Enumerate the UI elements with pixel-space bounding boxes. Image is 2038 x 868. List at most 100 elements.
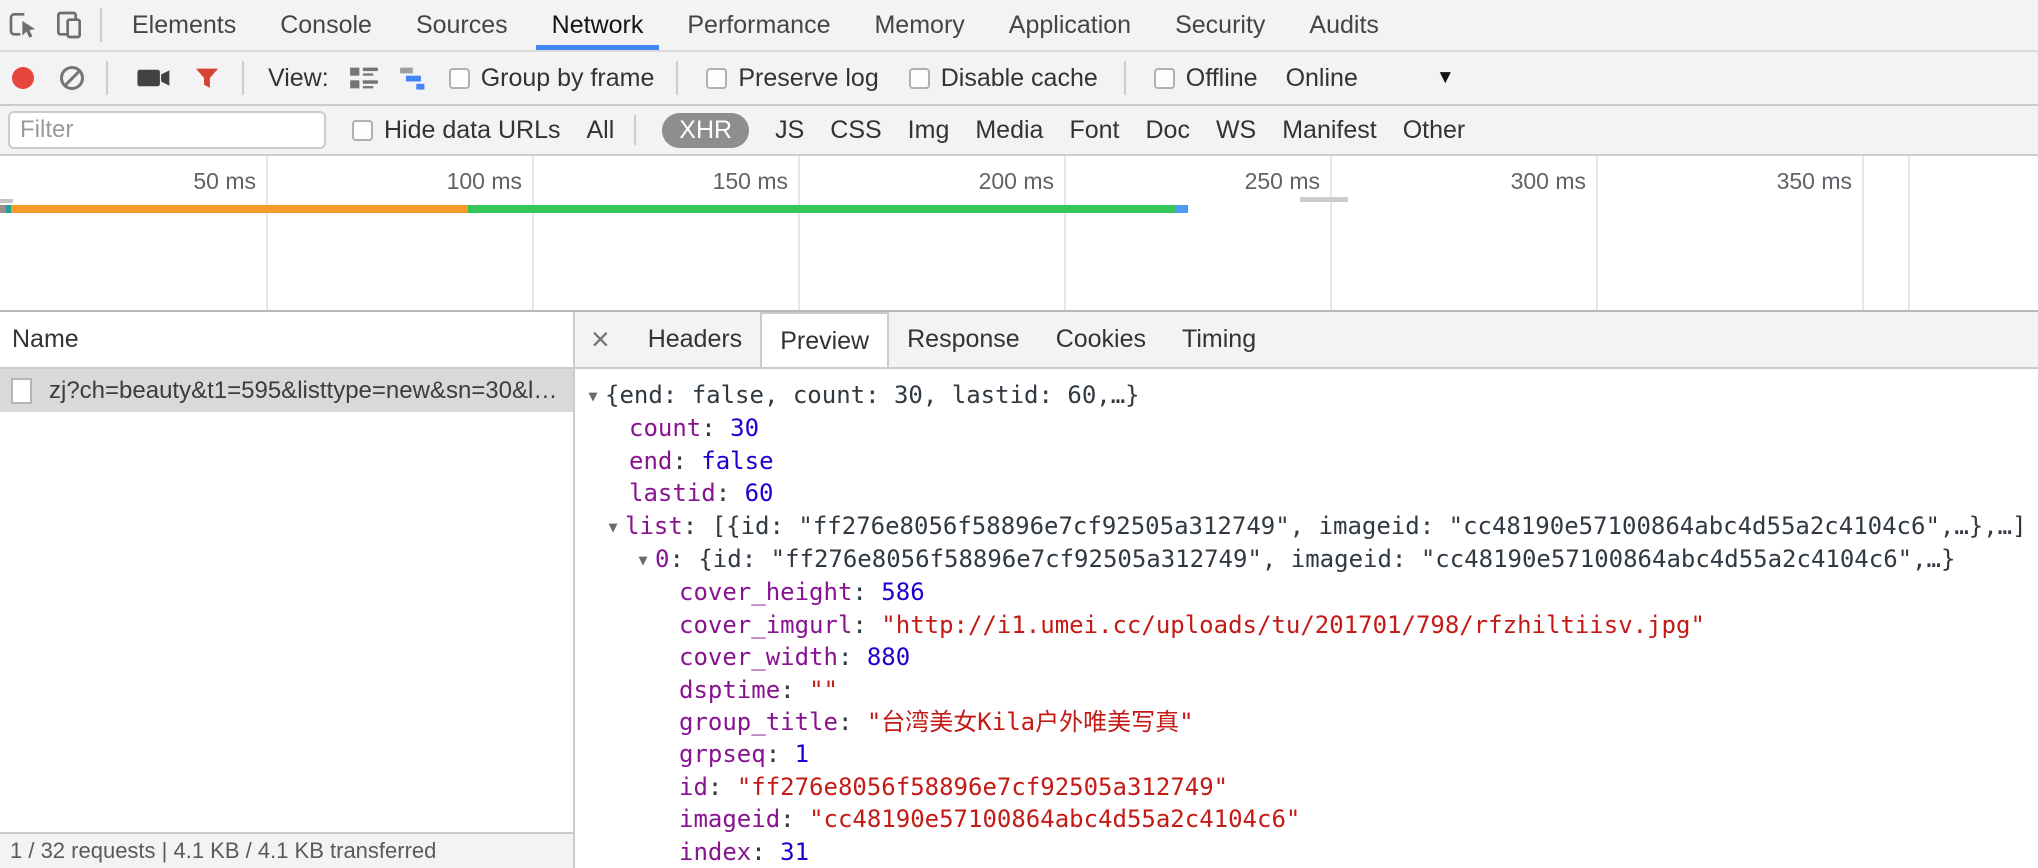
tab-console[interactable]: Console xyxy=(258,0,394,50)
json-row-count[interactable]: count: 30 xyxy=(575,412,2038,444)
json-row-grpseq[interactable]: grpseq: 1 xyxy=(575,738,2038,770)
toggle-device-toolbar-button[interactable] xyxy=(46,0,92,50)
checkbox-box[interactable] xyxy=(1154,68,1175,89)
view-label: View: xyxy=(268,64,329,93)
json-key: list xyxy=(625,512,683,540)
preserve-log-checkbox[interactable]: Preserve log xyxy=(706,64,878,93)
filter-type-xhr[interactable]: XHR xyxy=(662,113,749,148)
json-key: group_title xyxy=(679,708,838,736)
json-row-end[interactable]: end: false xyxy=(575,445,2038,477)
json-string-value: "台湾美女Kila户外唯美写真" xyxy=(867,708,1194,736)
tab-application[interactable]: Application xyxy=(987,0,1153,50)
filter-type-js[interactable]: JS xyxy=(775,116,804,145)
detail-tab-preview[interactable]: Preview xyxy=(760,312,889,367)
filter-type-other[interactable]: Other xyxy=(1403,116,1466,145)
filter-type-media[interactable]: Media xyxy=(975,116,1043,145)
tab-memory[interactable]: Memory xyxy=(852,0,986,50)
json-number-value: 31 xyxy=(780,838,809,866)
filter-input[interactable] xyxy=(8,111,326,149)
use-large-rows-button[interactable] xyxy=(349,64,379,92)
tab-audits[interactable]: Audits xyxy=(1287,0,1400,50)
gridline xyxy=(798,156,800,310)
expand-arrow-icon[interactable]: ▼ xyxy=(631,544,655,576)
filter-type-doc[interactable]: Doc xyxy=(1145,116,1189,145)
json-row-index[interactable]: index: 31 xyxy=(575,836,2038,868)
tab-performance[interactable]: Performance xyxy=(665,0,852,50)
gridline xyxy=(1908,156,1910,310)
tab-network[interactable]: Network xyxy=(530,0,666,50)
hide-data-urls-label: Hide data URLs xyxy=(384,116,560,145)
json-key: imageid xyxy=(679,805,780,833)
capture-screenshots-button[interactable] xyxy=(136,65,172,91)
checkbox-box[interactable] xyxy=(909,68,930,89)
show-overview-button[interactable] xyxy=(399,64,429,92)
json-row-id[interactable]: id: "ff276e8056f58896e7cf92505a312749" xyxy=(575,771,2038,803)
filter-type-font[interactable]: Font xyxy=(1069,116,1119,145)
divider xyxy=(106,61,108,95)
devtools-window: Elements Console Sources Network Perform… xyxy=(0,0,2038,868)
divider xyxy=(1124,61,1126,95)
throttling-value: Online xyxy=(1286,64,1358,93)
checkbox-box[interactable] xyxy=(352,120,373,141)
json-row-imageid[interactable]: imageid: "cc48190e57100864abc4d55a2c4104… xyxy=(575,803,2038,835)
detail-tab-cookies[interactable]: Cookies xyxy=(1038,312,1164,367)
json-row-root[interactable]: ▼{end: false, count: 30, lastid: 60,…} xyxy=(575,379,2038,412)
gridline xyxy=(266,156,268,310)
json-row-list[interactable]: ▼list: [{id: "ff276e8056f58896e7cf92505a… xyxy=(575,510,2038,543)
json-key: id xyxy=(679,773,708,801)
expand-arrow-icon[interactable]: ▼ xyxy=(581,380,605,412)
tab-elements[interactable]: Elements xyxy=(110,0,258,50)
filter-type-all[interactable]: All xyxy=(586,116,614,145)
json-row-group-title[interactable]: group_title: "台湾美女Kila户外唯美写真" xyxy=(575,706,2038,738)
offline-checkbox[interactable]: Offline xyxy=(1154,64,1258,93)
json-row-cover-imgurl[interactable]: cover_imgurl: "http://i1.umei.cc/uploads… xyxy=(575,609,2038,641)
colon: : xyxy=(751,838,780,866)
checkbox-box[interactable] xyxy=(449,68,470,89)
json-array-preview: [{id: "ff276e8056f58896e7cf92505a312749"… xyxy=(712,512,2027,540)
json-string-value: "ff276e8056f58896e7cf92505a312749" xyxy=(737,773,1228,801)
overview-bar-green xyxy=(468,205,1176,213)
checkbox-box[interactable] xyxy=(706,68,727,89)
filter-type-css[interactable]: CSS xyxy=(830,116,881,145)
network-overview[interactable]: 50 ms 100 ms 150 ms 200 ms 250 ms 300 ms… xyxy=(0,156,2038,310)
close-icon[interactable]: × xyxy=(591,312,610,367)
name-column-header[interactable]: Name xyxy=(0,312,573,369)
json-row-cover-height[interactable]: cover_height: 586 xyxy=(575,576,2038,608)
request-row[interactable]: zj?ch=beauty&t1=595&listtype=new&sn=30&l… xyxy=(0,369,573,412)
json-object-preview: {id: "ff276e8056f58896e7cf92505a312749",… xyxy=(698,545,1955,573)
divider xyxy=(100,8,102,42)
filter-type-ws[interactable]: WS xyxy=(1216,116,1256,145)
hide-data-urls-checkbox[interactable]: Hide data URLs xyxy=(352,116,560,145)
tick-label-350ms: 350 ms xyxy=(1672,168,1852,195)
detail-tab-headers[interactable]: Headers xyxy=(630,312,761,367)
divider xyxy=(242,61,244,95)
expand-arrow-icon[interactable]: ▼ xyxy=(601,511,625,543)
offline-label: Offline xyxy=(1186,64,1258,93)
filter-type-img[interactable]: Img xyxy=(908,116,950,145)
group-by-frame-checkbox[interactable]: Group by frame xyxy=(449,64,655,93)
detail-tab-response[interactable]: Response xyxy=(889,312,1038,367)
json-row-item0[interactable]: ▼0: {id: "ff276e8056f58896e7cf92505a3127… xyxy=(575,543,2038,576)
record-button[interactable] xyxy=(12,67,34,89)
json-number-value: 586 xyxy=(881,578,924,606)
json-string-value: "http://i1.umei.cc/uploads/tu/201701/798… xyxy=(881,611,1705,639)
disable-cache-checkbox[interactable]: Disable cache xyxy=(909,64,1098,93)
tab-security[interactable]: Security xyxy=(1153,0,1287,50)
throttling-dropdown[interactable]: Online ▼ xyxy=(1286,64,1455,93)
funnel-icon xyxy=(192,64,222,92)
json-row-lastid[interactable]: lastid: 60 xyxy=(575,477,2038,509)
network-toolbar: View: Group by frame Pres xyxy=(0,52,2038,106)
filter-type-manifest[interactable]: Manifest xyxy=(1282,116,1376,145)
overview-marker-gray xyxy=(1300,197,1348,202)
tab-sources[interactable]: Sources xyxy=(394,0,530,50)
tick-label-300ms: 300 ms xyxy=(1406,168,1586,195)
clear-requests-button[interactable] xyxy=(60,66,84,90)
filter-toggle-button[interactable] xyxy=(192,64,222,92)
json-row-dsptime[interactable]: dsptime: "" xyxy=(575,674,2038,706)
inspect-element-button[interactable] xyxy=(0,0,46,50)
detail-tab-timing[interactable]: Timing xyxy=(1164,312,1274,367)
colon: : xyxy=(852,611,881,639)
list-view-icon xyxy=(349,64,379,92)
json-key: dsptime xyxy=(679,676,780,704)
json-row-cover-width[interactable]: cover_width: 880 xyxy=(575,641,2038,673)
